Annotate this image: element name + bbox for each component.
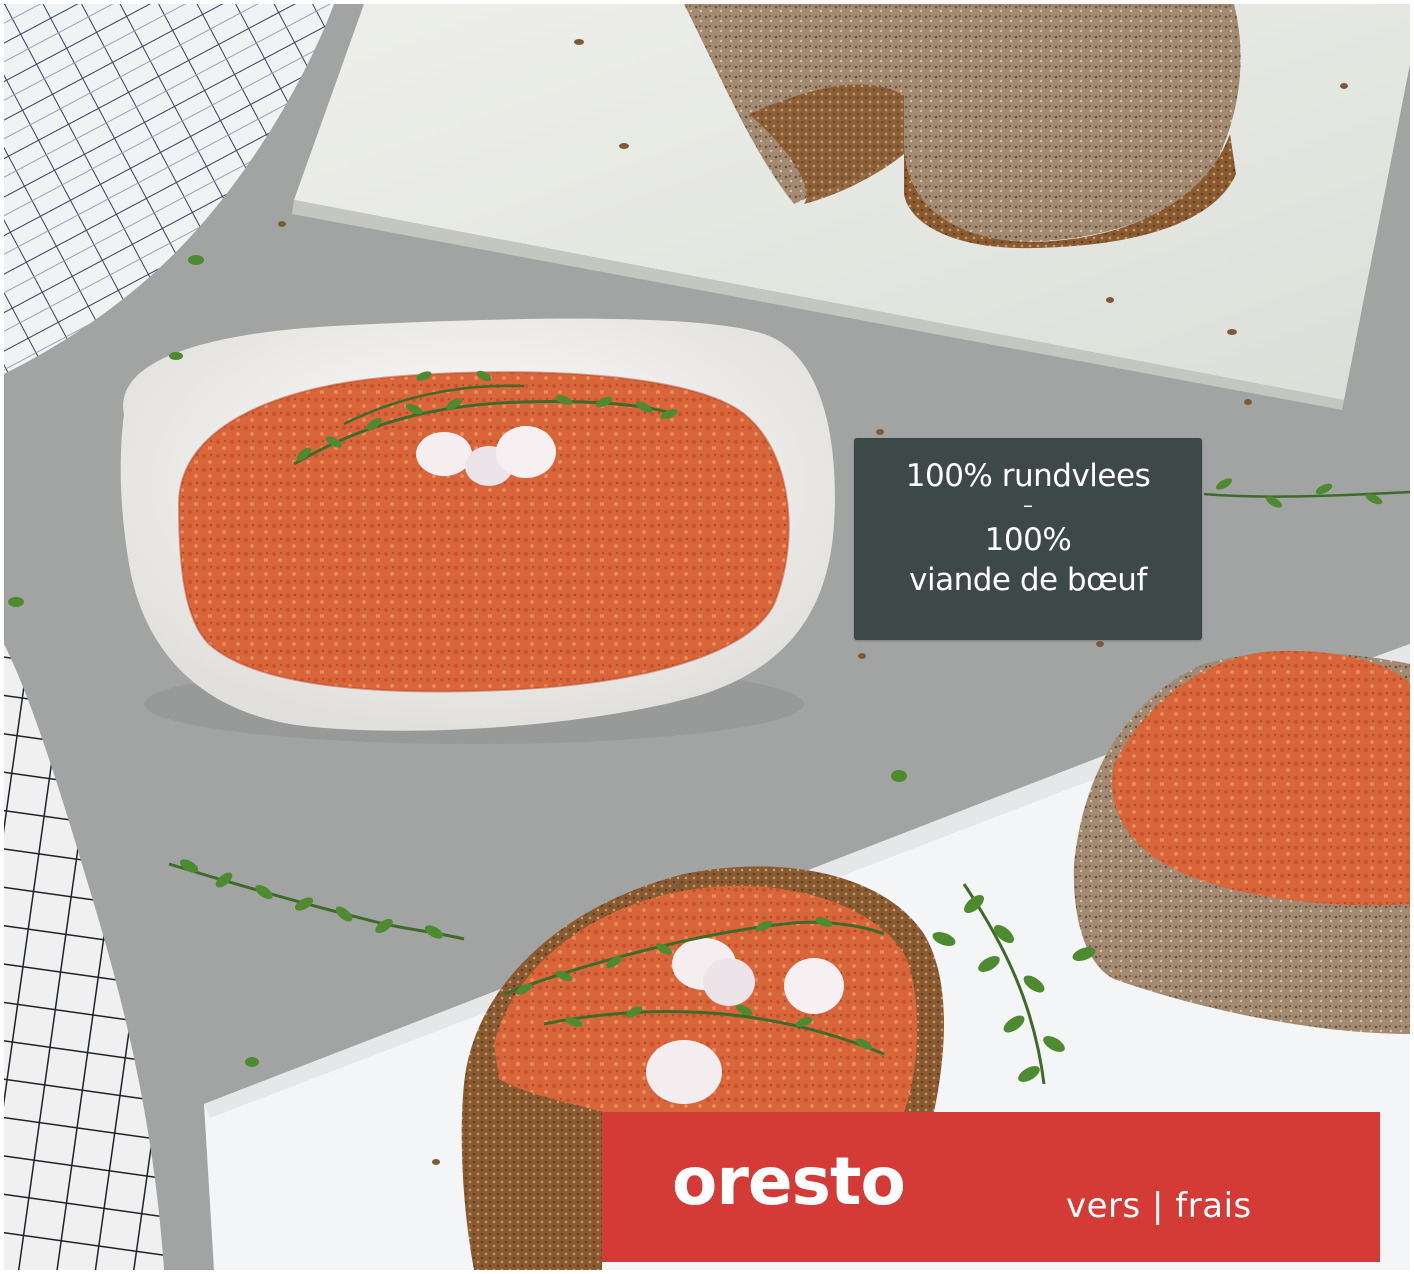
claim-badge: 100% rundvlees – 100% viande de bœuf [854, 438, 1202, 640]
claim-line-dutch: 100% rundvlees [905, 458, 1151, 494]
product-photo: 100% rundvlees – 100% viande de bœuf ore… [4, 4, 1410, 1270]
claim-line-percent: 100% [984, 522, 1072, 558]
brand-tagline: vers | frais [1066, 1186, 1252, 1226]
spread-bowl [120, 318, 835, 744]
brand-banner: oresto vers | frais [602, 1112, 1380, 1262]
brand-logo-text: oresto [672, 1143, 906, 1220]
claim-line-french: viande de bœuf [909, 562, 1147, 598]
